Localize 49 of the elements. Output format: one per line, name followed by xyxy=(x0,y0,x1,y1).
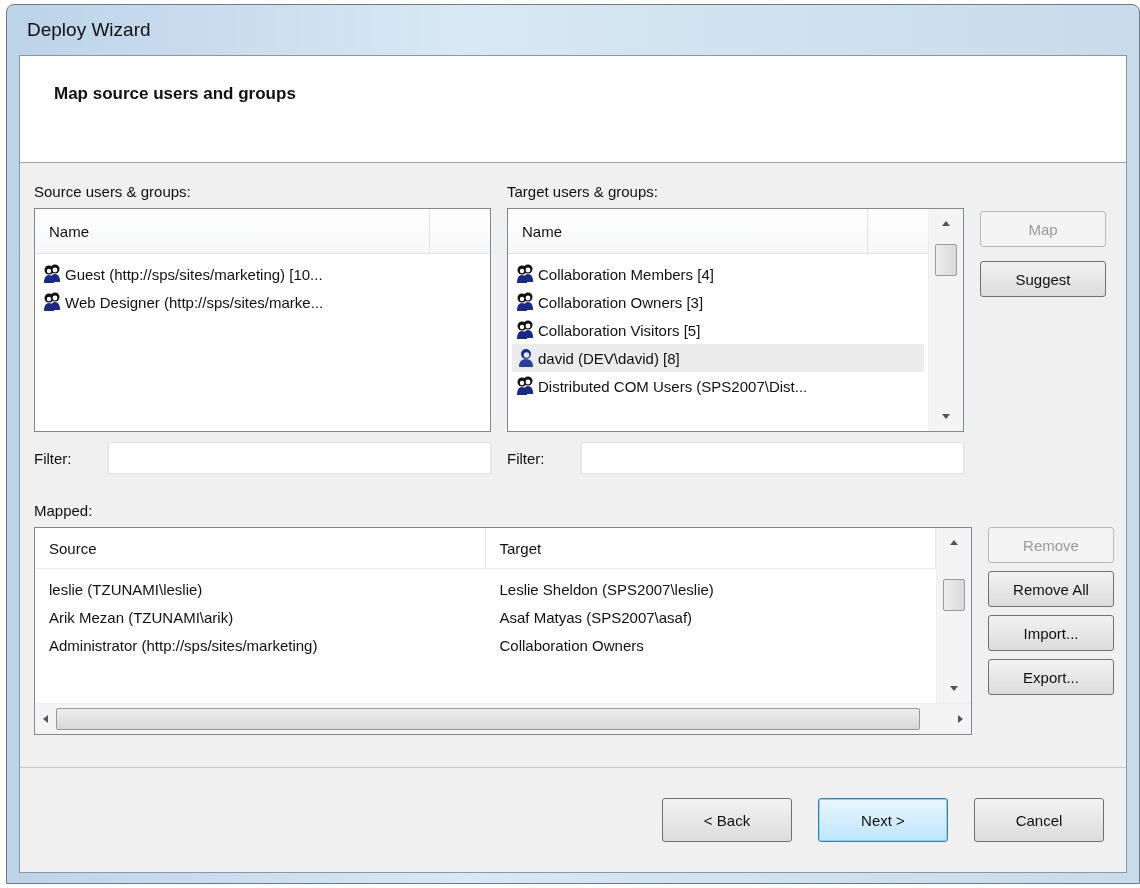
action-button[interactable]: Import... xyxy=(988,615,1114,651)
scroll-thumb[interactable] xyxy=(935,244,957,276)
user-group-icon xyxy=(516,292,536,312)
window-title: Deploy Wizard xyxy=(27,19,151,41)
list-item[interactable]: Collaboration Members [4] xyxy=(512,260,924,288)
action-button[interactable]: Export... xyxy=(988,659,1114,695)
horizontal-scrollbar[interactable] xyxy=(35,703,971,734)
user-group-icon xyxy=(43,264,63,284)
page-heading: Map source users and groups xyxy=(54,84,296,103)
wizard-button[interactable]: < Back xyxy=(662,798,792,842)
user-icon xyxy=(516,348,536,368)
table-cell-text: Leslie Sheldon (SPS2007\leslie) xyxy=(498,580,715,598)
list-item[interactable]: Collaboration Visitors [5] xyxy=(512,316,924,344)
action-button[interactable]: Remove All xyxy=(988,571,1114,607)
list-label: Target users & groups: xyxy=(507,183,659,200)
user-group-icon xyxy=(516,320,536,340)
vertical-scrollbar[interactable] xyxy=(928,209,963,431)
wizard-button[interactable]: Cancel xyxy=(974,798,1104,842)
scroll-thumb[interactable] xyxy=(56,708,920,730)
list-label: Source users & groups: xyxy=(34,183,192,200)
list-item[interactable]: Collaboration Owners [3] xyxy=(512,288,924,316)
filter-label: Filter: xyxy=(507,449,546,467)
list-label: Mapped: xyxy=(34,502,94,519)
user-group-icon xyxy=(516,264,536,284)
filter-field[interactable] xyxy=(108,442,491,474)
wizard-button[interactable]: Next > xyxy=(818,798,948,842)
scroll-down-icon[interactable] xyxy=(950,686,958,691)
action-button[interactable]: Suggest xyxy=(980,261,1106,297)
list-item[interactable]: david (DEV\david) [8] xyxy=(512,344,924,372)
filter-field[interactable] xyxy=(581,442,964,474)
scroll-up-icon[interactable] xyxy=(950,540,958,545)
scroll-left-icon[interactable] xyxy=(43,715,48,723)
column-header[interactable]: Source xyxy=(35,528,486,568)
scroll-thumb[interactable] xyxy=(943,579,965,611)
vertical-scrollbar[interactable] xyxy=(936,528,971,703)
user-group-icon xyxy=(43,292,63,312)
table-cell-text: Collaboration Owners xyxy=(498,636,645,654)
scroll-up-icon[interactable] xyxy=(942,221,950,226)
table-cell-text: Arik Mezan (TZUNAMI\arik) xyxy=(48,608,235,626)
list-item[interactable]: Distributed COM Users (SPS2007\Dist... xyxy=(512,372,924,400)
scroll-down-icon[interactable] xyxy=(942,414,950,419)
scroll-right-icon[interactable] xyxy=(958,715,963,723)
list-item[interactable]: Web Designer (http://sps/sites/marke... xyxy=(39,288,486,316)
list-item[interactable]: Guest (http://sps/sites/marketing) [10... xyxy=(39,260,486,288)
table-cell-text: leslie (TZUNAMI\leslie) xyxy=(48,580,204,598)
user-group-icon xyxy=(516,376,536,396)
table-cell-text: Asaf Matyas (SPS2007\asaf) xyxy=(498,608,694,626)
table-cell-text: Administrator (http://sps/sites/marketing) xyxy=(48,636,319,654)
filter-label: Filter: xyxy=(34,449,73,467)
